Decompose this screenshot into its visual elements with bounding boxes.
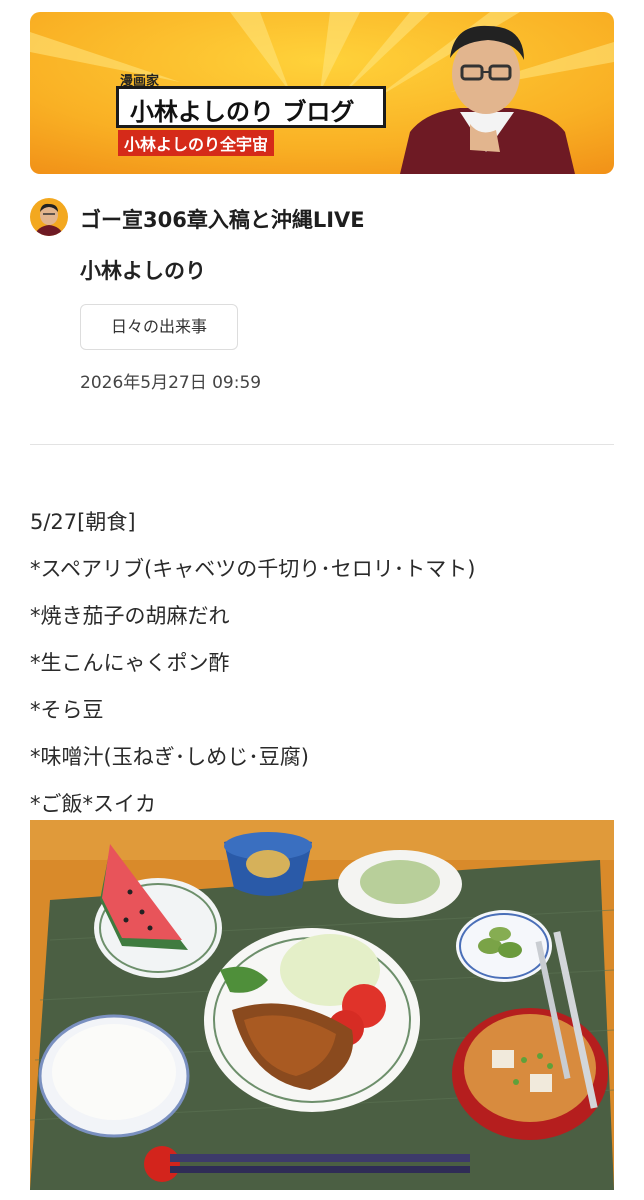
body-line: *スペアリブ(キャベツの千切り･セロリ･トマト): [30, 557, 476, 581]
body-line: 5/27[朝食]: [30, 510, 136, 534]
body-line: *生こんにゃくポン酢: [30, 651, 230, 675]
breakfast-photo-image: [30, 820, 614, 1190]
body-line: *焼き茄子の胡麻だれ: [30, 604, 230, 628]
category-tag[interactable]: 日々の出来事: [80, 304, 238, 350]
author-name[interactable]: 小林よしのり: [80, 255, 206, 285]
divider: [30, 444, 614, 445]
post-date: 2026年5月27日 09:59: [80, 373, 262, 393]
blog-banner[interactable]: 漫画家 小林よしのり ブログ 小林よしのり全宇宙: [30, 12, 614, 174]
banner-subtitle: 小林よしのり全宇宙: [118, 130, 275, 156]
post-title[interactable]: ゴー宣306章入稿と沖縄LIVE: [80, 204, 365, 234]
author-avatar[interactable]: [30, 198, 68, 236]
body-line: *そら豆: [30, 698, 104, 722]
avatar-icon: [30, 198, 68, 236]
body-line: *味噌汁(玉ねぎ･しめじ･豆腐): [30, 745, 309, 769]
breakfast-photo[interactable]: [30, 820, 614, 1190]
banner-title: 小林よしのり ブログ: [130, 98, 355, 126]
post-body: 5/27[朝食] *スペアリブ(キャベツの千切り･セロリ･トマト) *焼き茄子の…: [30, 502, 614, 831]
